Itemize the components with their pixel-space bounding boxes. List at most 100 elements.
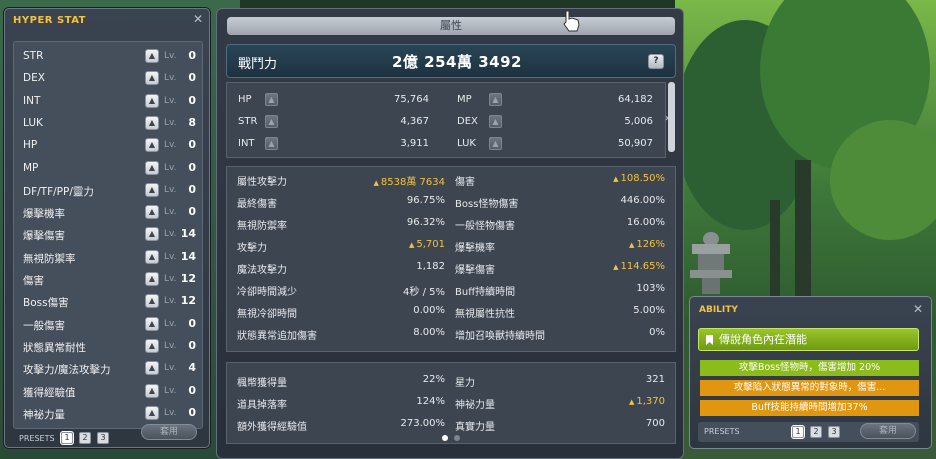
detail-stat-value: 1,182: [416, 261, 445, 272]
hyper-stat-row: STR ▲ Lv. 0: [14, 46, 204, 68]
detail-stat-label: 屬性攻擊力: [237, 177, 287, 188]
scrollbar[interactable]: [668, 82, 675, 152]
scrollbar-thumb[interactable]: [668, 82, 675, 152]
detail-stat-label: 魔法攻擊力: [237, 265, 287, 276]
hyper-stat-label: LUK: [23, 116, 43, 129]
hyper-stat-level: 4: [188, 361, 196, 375]
lv-label: Lv.: [164, 73, 177, 84]
hyper-stat-row: HP ▲ Lv. 0: [14, 135, 204, 157]
increase-icon[interactable]: ▲: [145, 205, 159, 220]
increase-icon[interactable]: ▲: [145, 138, 159, 153]
misc-stat-value: ▲ 1,370: [555, 396, 665, 407]
detail-stat-value: ▲ 8538萬 7634: [349, 173, 445, 188]
str-label: STR: [238, 116, 258, 127]
increase-icon[interactable]: ▲: [145, 294, 159, 309]
misc-stat-value: 22%: [422, 374, 445, 385]
increase-arrow-icon: ▲: [613, 175, 619, 183]
increase-icon[interactable]: ▲: [145, 227, 159, 242]
lv-label: Lv.: [164, 296, 177, 307]
dex-label: DEX: [457, 116, 478, 127]
hyper-stat-row: 無視防禦率 ▲ Lv. 14: [14, 247, 204, 269]
increase-icon[interactable]: ▲: [145, 405, 159, 420]
preset-1-button[interactable]: 1: [60, 431, 74, 445]
preset-2-button[interactable]: 2: [79, 432, 91, 444]
ability-window: ABILITY ✕ 傳說角色內在潛能 攻擊Boss怪物時，傷害增加 20% 攻擊…: [689, 296, 932, 449]
increase-icon[interactable]: ▲: [145, 93, 159, 108]
hyper-stat-level: 0: [188, 205, 196, 219]
page-dot[interactable]: [454, 435, 460, 441]
increase-icon[interactable]: ▲: [145, 182, 159, 197]
int-value: 3,911: [400, 138, 429, 149]
lv-label: Lv.: [164, 274, 177, 284]
bookmark-icon: [706, 335, 713, 345]
hyper-stat-level: 0: [188, 49, 196, 62]
lv-label: Lv.: [164, 207, 177, 218]
hyper-stat-row: 神祕力量 ▲ Lv. 0: [14, 403, 204, 425]
help-button[interactable]: ?: [648, 54, 664, 69]
increase-icon[interactable]: ▲: [145, 249, 159, 264]
expand-arrow-icon[interactable]: ›: [665, 113, 669, 124]
misc-stat-number: 1,370: [636, 396, 665, 407]
detail-stat-label: 無視屬性抗性: [455, 309, 515, 320]
increase-icon[interactable]: ▲: [145, 338, 159, 353]
str-value: 4,367: [400, 116, 429, 127]
detail-stat-label: Buff持續時間: [455, 287, 516, 298]
detail-stat-number: 114.65%: [620, 261, 666, 272]
detail-stat-value: 4秒 / 5%: [403, 287, 445, 298]
lv-label: Lv.: [164, 117, 177, 128]
detail-stat-value: 446.00%: [620, 195, 666, 206]
preset-3-button[interactable]: 3: [828, 426, 840, 438]
hyper-stat-level: 0: [188, 316, 196, 330]
increase-icon[interactable]: ▲: [145, 115, 159, 130]
hyper-stat-label: 傷害: [23, 275, 44, 287]
hyper-stat-level: 0: [188, 405, 196, 419]
misc-stat-value: 321: [645, 374, 665, 385]
detail-stat-value: 0%: [649, 327, 665, 338]
dex-up-button[interactable]: ▲: [489, 115, 502, 128]
hyper-stat-row: 傷害 ▲ Lv. 12: [14, 269, 204, 291]
luk-up-button[interactable]: ▲: [489, 137, 502, 150]
hyper-stat-row: LUK ▲ Lv. 8: [14, 113, 204, 135]
increase-icon[interactable]: ▲: [145, 316, 159, 331]
increase-icon[interactable]: ▲: [145, 49, 159, 63]
presets-bar: PRESETS 1 2 3: [19, 431, 109, 445]
int-label: INT: [238, 138, 255, 149]
stat-window-title: 屬性: [227, 17, 675, 35]
preset-2-button[interactable]: 2: [810, 426, 822, 438]
hyper-stat-level: 0: [188, 160, 196, 174]
hp-up-button[interactable]: ▲: [265, 93, 278, 106]
hyper-stat-level: 12: [180, 272, 196, 285]
hyper-stat-label: DEX: [23, 72, 45, 85]
ability-title: ABILITY: [699, 305, 738, 315]
misc-stat-label: 額外獲得經驗值: [237, 422, 307, 433]
increase-icon[interactable]: ▲: [145, 272, 159, 286]
preset-1-button[interactable]: 1: [791, 425, 805, 439]
presets-label: PRESETS: [704, 427, 740, 436]
preset-3-button[interactable]: 3: [97, 432, 109, 444]
increase-icon[interactable]: ▲: [145, 160, 159, 175]
detail-stat-number: 126%: [636, 239, 665, 250]
hyper-stat-label: 無視防禦率: [23, 252, 76, 265]
ability-presets-bar: PRESETS 1 2 3 套用: [698, 422, 919, 442]
str-up-button[interactable]: ▲: [265, 115, 278, 128]
combat-power-bar: 戰鬥力 2億 254萬 3492 ?: [226, 44, 676, 78]
apply-button[interactable]: 套用: [141, 424, 197, 440]
combat-power-value: 2億 254萬 3492: [392, 53, 522, 71]
misc-stat-value: 273.00%: [400, 418, 446, 429]
apply-button[interactable]: 套用: [860, 423, 916, 439]
increase-icon[interactable]: ▲: [145, 383, 159, 398]
detail-stat-value: 103%: [636, 283, 665, 294]
lv-label: Lv.: [164, 318, 177, 329]
increase-icon[interactable]: ▲: [145, 361, 159, 376]
hyper-stat-label: 狀態異常耐性: [23, 341, 86, 354]
ability-line-1: 攻擊Boss怪物時，傷害增加 20%: [700, 360, 919, 376]
close-icon[interactable]: ✕: [193, 12, 203, 26]
presets-label: PRESETS: [19, 434, 55, 443]
page-dot-active[interactable]: [442, 435, 448, 441]
close-icon[interactable]: ✕: [913, 302, 923, 316]
mp-up-button[interactable]: ▲: [489, 93, 502, 106]
basic-stats-panel: HP ▲ 75,764 MP ▲ 64,182 STR ▲ 4,367 DEX …: [226, 82, 666, 158]
hand-cursor-icon: [563, 10, 580, 32]
int-up-button[interactable]: ▲: [265, 137, 278, 150]
increase-icon[interactable]: ▲: [145, 71, 159, 86]
